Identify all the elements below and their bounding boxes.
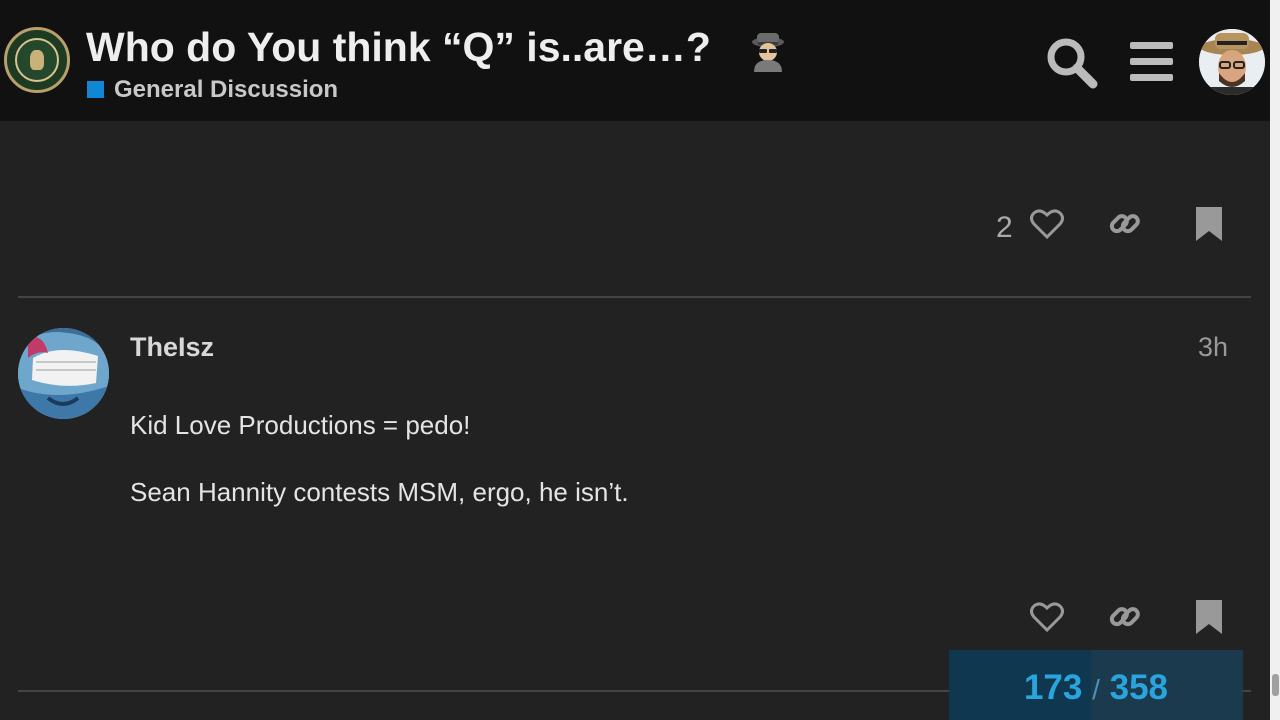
post-actions <box>1030 598 1226 638</box>
menu-bar <box>1130 58 1173 65</box>
topic-progress[interactable]: 173 / 358 <box>949 650 1243 720</box>
detective-emoji <box>752 33 784 72</box>
category-link[interactable]: General Discussion <box>114 76 338 104</box>
like-count: 2 <box>996 211 1013 244</box>
post-author-avatar[interactable] <box>18 328 109 419</box>
scrollbar-thumb[interactable] <box>1272 674 1279 696</box>
logo-seal <box>15 38 59 82</box>
post-divider <box>18 296 1251 298</box>
menu-bar <box>1130 42 1173 49</box>
avatar-image <box>18 328 109 419</box>
bookmark-icon[interactable] <box>1196 600 1222 634</box>
post-paragraph: Sean Hannity contests MSM, ergo, he isn’… <box>130 477 629 507</box>
bookmark-icon[interactable] <box>1196 207 1222 241</box>
site-logo[interactable] <box>4 27 70 93</box>
previous-post-actions: 2 <box>996 205 1226 245</box>
progress-current: 173 <box>1023 668 1083 707</box>
topic-title[interactable]: Who do You think “Q” is..are…? <box>86 24 711 71</box>
page-scrollbar[interactable] <box>1270 0 1280 720</box>
post-paragraph: Kid Love Productions = pedo! <box>130 410 471 440</box>
hamburger-menu-icon[interactable] <box>1128 40 1176 84</box>
heart-icon[interactable] <box>1030 601 1064 633</box>
post-username[interactable]: TheIsz <box>130 332 214 363</box>
progress-counter: 173 / 358 <box>949 668 1243 708</box>
progress-total: 358 <box>1109 668 1169 707</box>
post-timestamp[interactable]: 3h <box>1198 332 1228 363</box>
link-icon[interactable] <box>1108 207 1142 241</box>
link-icon[interactable] <box>1108 600 1142 634</box>
heart-icon[interactable] <box>1030 208 1064 240</box>
progress-separator: / <box>1092 674 1100 705</box>
eagle-emblem <box>30 50 44 70</box>
site-header: Who do You think “Q” is..are…? General D… <box>0 0 1270 121</box>
current-user-avatar[interactable] <box>1199 29 1265 95</box>
category-badge <box>87 81 104 98</box>
search-icon[interactable] <box>1043 34 1099 90</box>
avatar-image <box>1199 29 1265 95</box>
menu-bar <box>1130 74 1173 81</box>
